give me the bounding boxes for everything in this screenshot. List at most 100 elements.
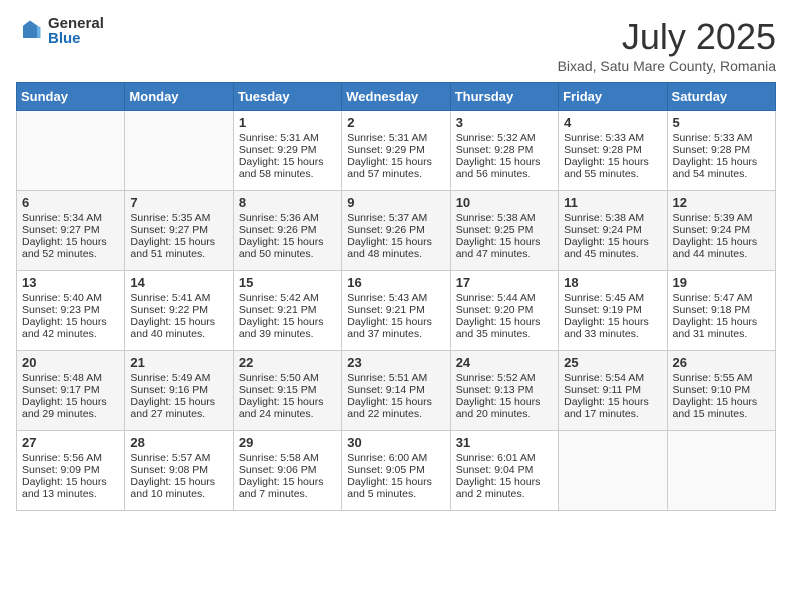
day-info: Sunset: 9:27 PM (22, 224, 119, 236)
day-info: Daylight: 15 hours and 54 minutes. (673, 156, 770, 180)
day-number: 25 (564, 355, 661, 370)
calendar-cell (17, 111, 125, 191)
calendar-cell: 3Sunrise: 5:32 AMSunset: 9:28 PMDaylight… (450, 111, 558, 191)
day-number: 26 (673, 355, 770, 370)
day-info: Sunrise: 5:47 AM (673, 292, 770, 304)
day-info: Sunset: 9:18 PM (673, 304, 770, 316)
calendar-cell: 4Sunrise: 5:33 AMSunset: 9:28 PMDaylight… (559, 111, 667, 191)
day-info: Sunset: 9:08 PM (130, 464, 227, 476)
month-year: July 2025 (558, 16, 776, 58)
calendar-cell: 12Sunrise: 5:39 AMSunset: 9:24 PMDayligh… (667, 191, 775, 271)
calendar-cell: 10Sunrise: 5:38 AMSunset: 9:25 PMDayligh… (450, 191, 558, 271)
day-info: Daylight: 15 hours and 51 minutes. (130, 236, 227, 260)
day-info: Sunset: 9:28 PM (673, 144, 770, 156)
day-info: Sunset: 9:04 PM (456, 464, 553, 476)
calendar-cell: 27Sunrise: 5:56 AMSunset: 9:09 PMDayligh… (17, 431, 125, 511)
day-info: Sunrise: 5:34 AM (22, 212, 119, 224)
day-info: Daylight: 15 hours and 58 minutes. (239, 156, 336, 180)
day-info: Sunset: 9:27 PM (130, 224, 227, 236)
day-info: Sunset: 9:15 PM (239, 384, 336, 396)
title-block: July 2025 Bixad, Satu Mare County, Roman… (558, 16, 776, 74)
day-number: 8 (239, 195, 336, 210)
logo: General Blue (16, 16, 104, 46)
day-number: 17 (456, 275, 553, 290)
day-info: Sunset: 9:06 PM (239, 464, 336, 476)
day-info: Daylight: 15 hours and 27 minutes. (130, 396, 227, 420)
day-info: Daylight: 15 hours and 15 minutes. (673, 396, 770, 420)
day-info: Sunrise: 6:01 AM (456, 452, 553, 464)
day-info: Sunset: 9:23 PM (22, 304, 119, 316)
calendar-table: SundayMondayTuesdayWednesdayThursdayFrid… (16, 82, 776, 511)
day-number: 28 (130, 435, 227, 450)
day-info: Daylight: 15 hours and 29 minutes. (22, 396, 119, 420)
day-info: Daylight: 15 hours and 45 minutes. (564, 236, 661, 260)
day-info: Daylight: 15 hours and 5 minutes. (347, 476, 444, 500)
day-info: Sunrise: 5:55 AM (673, 372, 770, 384)
calendar-cell: 14Sunrise: 5:41 AMSunset: 9:22 PMDayligh… (125, 271, 233, 351)
day-info: Daylight: 15 hours and 7 minutes. (239, 476, 336, 500)
day-info: Daylight: 15 hours and 31 minutes. (673, 316, 770, 340)
day-info: Sunrise: 5:38 AM (456, 212, 553, 224)
day-info: Sunrise: 5:37 AM (347, 212, 444, 224)
day-number: 19 (673, 275, 770, 290)
day-number: 29 (239, 435, 336, 450)
page-header: General Blue July 2025 Bixad, Satu Mare … (16, 16, 776, 74)
calendar-cell (559, 431, 667, 511)
day-info: Sunset: 9:16 PM (130, 384, 227, 396)
day-info: Daylight: 15 hours and 48 minutes. (347, 236, 444, 260)
day-of-week-header: Sunday (17, 83, 125, 111)
day-number: 2 (347, 115, 444, 130)
day-info: Daylight: 15 hours and 56 minutes. (456, 156, 553, 180)
calendar-cell (125, 111, 233, 191)
day-info: Sunrise: 5:57 AM (130, 452, 227, 464)
day-info: Daylight: 15 hours and 35 minutes. (456, 316, 553, 340)
day-number: 11 (564, 195, 661, 210)
day-info: Sunrise: 5:42 AM (239, 292, 336, 304)
calendar-cell: 9Sunrise: 5:37 AMSunset: 9:26 PMDaylight… (342, 191, 450, 271)
day-info: Sunrise: 5:58 AM (239, 452, 336, 464)
calendar-cell: 6Sunrise: 5:34 AMSunset: 9:27 PMDaylight… (17, 191, 125, 271)
day-info: Sunset: 9:22 PM (130, 304, 227, 316)
logo-icon (16, 17, 44, 45)
day-info: Daylight: 15 hours and 17 minutes. (564, 396, 661, 420)
day-number: 18 (564, 275, 661, 290)
day-info: Sunrise: 5:45 AM (564, 292, 661, 304)
day-info: Daylight: 15 hours and 47 minutes. (456, 236, 553, 260)
calendar-cell: 16Sunrise: 5:43 AMSunset: 9:21 PMDayligh… (342, 271, 450, 351)
calendar-week-row: 13Sunrise: 5:40 AMSunset: 9:23 PMDayligh… (17, 271, 776, 351)
day-info: Sunset: 9:24 PM (564, 224, 661, 236)
day-info: Daylight: 15 hours and 22 minutes. (347, 396, 444, 420)
calendar-cell: 21Sunrise: 5:49 AMSunset: 9:16 PMDayligh… (125, 351, 233, 431)
calendar-cell: 26Sunrise: 5:55 AMSunset: 9:10 PMDayligh… (667, 351, 775, 431)
day-number: 22 (239, 355, 336, 370)
day-info: Daylight: 15 hours and 20 minutes. (456, 396, 553, 420)
calendar-cell: 18Sunrise: 5:45 AMSunset: 9:19 PMDayligh… (559, 271, 667, 351)
calendar-cell: 15Sunrise: 5:42 AMSunset: 9:21 PMDayligh… (233, 271, 341, 351)
day-number: 24 (456, 355, 553, 370)
day-info: Sunset: 9:13 PM (456, 384, 553, 396)
day-info: Sunset: 9:28 PM (456, 144, 553, 156)
day-of-week-header: Thursday (450, 83, 558, 111)
day-info: Daylight: 15 hours and 40 minutes. (130, 316, 227, 340)
calendar-week-row: 27Sunrise: 5:56 AMSunset: 9:09 PMDayligh… (17, 431, 776, 511)
day-info: Sunrise: 5:49 AM (130, 372, 227, 384)
calendar-week-row: 6Sunrise: 5:34 AMSunset: 9:27 PMDaylight… (17, 191, 776, 271)
day-info: Sunrise: 5:31 AM (239, 132, 336, 144)
day-info: Sunrise: 5:39 AM (673, 212, 770, 224)
day-info: Sunrise: 5:31 AM (347, 132, 444, 144)
day-info: Daylight: 15 hours and 52 minutes. (22, 236, 119, 260)
day-info: Daylight: 15 hours and 39 minutes. (239, 316, 336, 340)
day-number: 9 (347, 195, 444, 210)
day-info: Sunset: 9:14 PM (347, 384, 444, 396)
calendar-week-row: 1Sunrise: 5:31 AMSunset: 9:29 PMDaylight… (17, 111, 776, 191)
calendar-cell: 23Sunrise: 5:51 AMSunset: 9:14 PMDayligh… (342, 351, 450, 431)
day-info: Daylight: 15 hours and 50 minutes. (239, 236, 336, 260)
day-info: Sunrise: 5:50 AM (239, 372, 336, 384)
day-info: Daylight: 15 hours and 2 minutes. (456, 476, 553, 500)
day-info: Sunset: 9:28 PM (564, 144, 661, 156)
day-info: Sunset: 9:29 PM (347, 144, 444, 156)
calendar-cell: 11Sunrise: 5:38 AMSunset: 9:24 PMDayligh… (559, 191, 667, 271)
day-info: Sunset: 9:21 PM (347, 304, 444, 316)
day-number: 23 (347, 355, 444, 370)
day-of-week-header: Wednesday (342, 83, 450, 111)
